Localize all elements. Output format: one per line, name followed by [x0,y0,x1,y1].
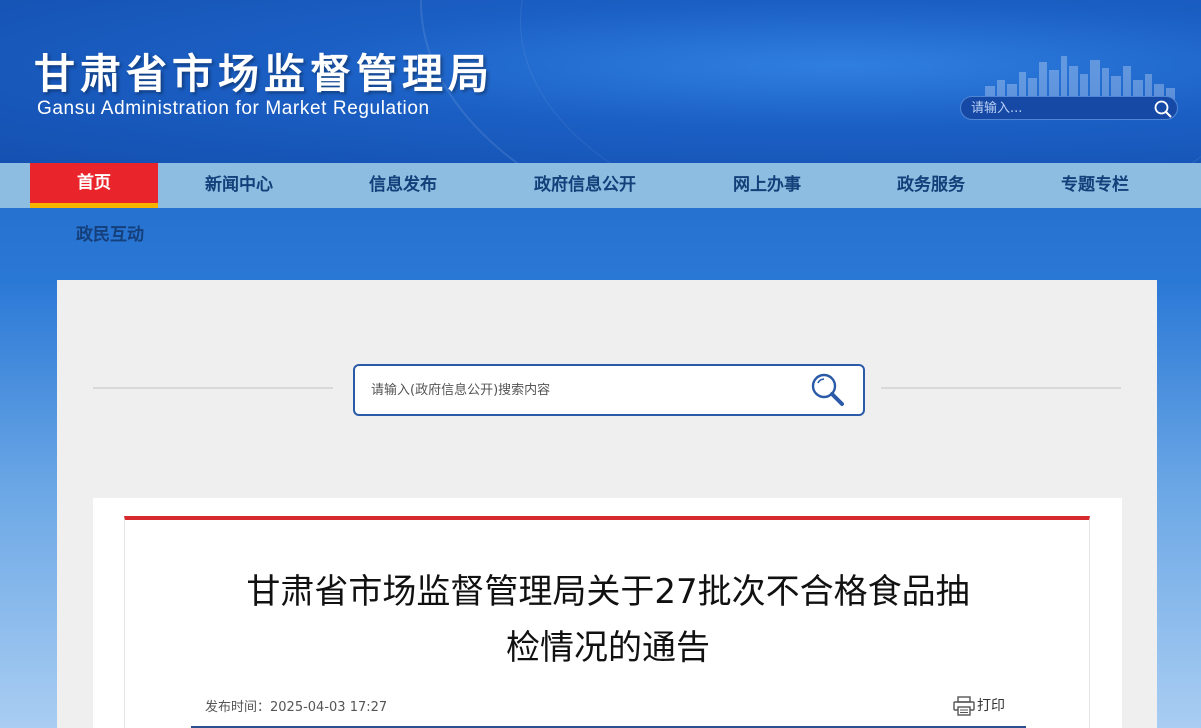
publish-time: 2025-04-03 17:27 [270,700,388,715]
article-title: 甘肃省市场监督管理局关于27批次不合格食品抽 检情况的通告 [185,564,1031,676]
print-label: 打印 [977,698,1005,714]
info-disclosure-search-box [353,364,865,416]
info-disclosure-search-input[interactable] [371,380,791,400]
header-search-box [960,96,1178,120]
nav-item-gov-info-disclosure[interactable]: 政府信息公开 [515,163,655,208]
publish-time-label: 发布时间： [205,700,271,715]
main-nav: 首页 新闻中心 信息发布 政府信息公开 网上办事 政务服务 专题专栏 [0,163,1201,208]
article-container: 甘肃省市场监督管理局关于27批次不合格食品抽 检情况的通告 发布时间：2025-… [124,516,1090,728]
site-logo-title[interactable]: 甘肃省市场监督管理局 [34,40,494,100]
city-skyline-icon [985,56,1175,100]
article-title-line-2: 检情况的通告 [506,628,710,668]
search-icon[interactable] [1153,99,1173,119]
site-header: 甘肃省市场监督管理局 Gansu Administration for Mark… [0,0,1201,163]
divider-line [93,387,333,389]
search-icon[interactable] [809,371,847,409]
header-search-input[interactable] [971,99,1151,117]
publish-info: 发布时间：2025-04-03 17:27 [205,696,387,715]
nav-item-special-topics[interactable]: 专题专栏 [1031,163,1159,208]
nav-item-home[interactable]: 首页 [30,163,158,208]
site-logo-subtitle: Gansu Administration for Market Regulati… [37,98,430,119]
divider-line [881,387,1121,389]
content-panel: 甘肃省市场监督管理局关于27批次不合格食品抽 检情况的通告 发布时间：2025-… [57,280,1157,728]
print-button[interactable]: 打印 [953,695,1005,716]
nav-item-public-interaction[interactable]: 政民互动 [76,220,144,245]
nav-item-online-services[interactable]: 网上办事 [703,163,831,208]
nav-item-news[interactable]: 新闻中心 [175,163,303,208]
nav-item-gov-services[interactable]: 政务服务 [867,163,995,208]
nav-item-info-release[interactable]: 信息发布 [339,163,467,208]
article-title-line-1: 甘肃省市场监督管理局关于27批次不合格食品抽 [246,572,970,612]
print-icon [953,696,975,716]
article-card: 甘肃省市场监督管理局关于27批次不合格食品抽 检情况的通告 发布时间：2025-… [93,498,1122,728]
